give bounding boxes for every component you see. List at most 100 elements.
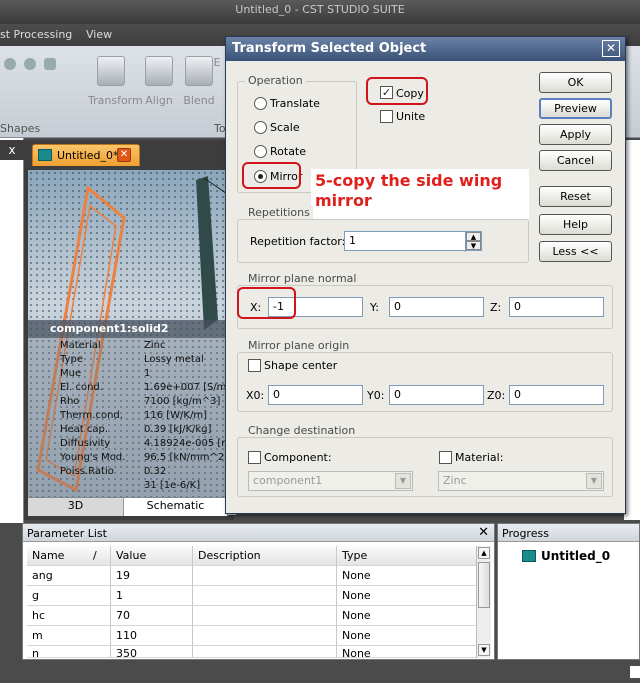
3d-viewport[interactable]: component1:solid2 Material Zinc Type Lossy… <box>28 170 236 498</box>
table-cell-value[interactable]: 1 <box>111 586 193 606</box>
origin-y0-input[interactable]: 0 <box>389 385 484 405</box>
table-cell-type[interactable]: None <box>337 566 477 586</box>
left-panel-strip <box>0 138 24 523</box>
menu-post-processing[interactable]: st Processing <box>0 28 72 41</box>
close-icon[interactable]: ✕ <box>478 525 489 540</box>
sphere-icon[interactable] <box>4 58 16 70</box>
column-header-type[interactable]: Type <box>337 546 477 566</box>
mirror-origin-legend: Mirror plane origin <box>245 339 353 352</box>
table-cell-type[interactable]: None <box>337 626 477 646</box>
prop-value: 7100 [kg/m^3] <box>144 396 221 407</box>
prop-value: 4.18924e-005 [m <box>144 438 232 449</box>
mirror-highlight <box>242 162 301 189</box>
table-cell-name[interactable]: hc <box>27 606 111 626</box>
align-icon <box>145 56 173 86</box>
tab-3d[interactable]: 3D <box>28 498 124 516</box>
ribbon-button-e[interactable]: E <box>210 56 224 69</box>
solid-properties: Material Zinc Type Lossy metal Mue 1 El. co… <box>28 338 236 498</box>
preview-button[interactable]: Preview <box>539 98 612 119</box>
normal-z-input[interactable]: 0 <box>509 297 604 317</box>
window-title-bar: Untitled_0 - CST STUDIO SUITE <box>0 0 640 24</box>
progress-header: Progress <box>498 524 639 542</box>
table-cell-type[interactable]: None <box>337 586 477 606</box>
transform-button[interactable]: Transform <box>88 56 143 107</box>
table-cell-description[interactable] <box>193 646 337 658</box>
close-icon[interactable]: ✕ <box>117 148 131 162</box>
component-checkbox[interactable] <box>248 451 261 464</box>
column-header-value[interactable]: Value <box>111 546 193 566</box>
table-cell-name[interactable]: n <box>27 646 111 658</box>
shape-center-checkbox[interactable] <box>248 359 261 372</box>
table-cell-type[interactable]: None <box>337 646 477 658</box>
scroll-down-icon[interactable]: ▼ <box>478 644 490 656</box>
progress-panel: Progress Untitled_0 <box>497 523 640 660</box>
side-wing-solid <box>196 176 218 330</box>
unite-checkbox[interactable] <box>380 110 393 123</box>
menu-view[interactable]: View <box>86 28 112 41</box>
table-cell-value[interactable]: 70 <box>111 606 193 626</box>
document-tab[interactable]: Untitled_0* ✕ <box>32 144 140 166</box>
parameter-list-panel: Parameter List ✕ Name / Value Description… <box>22 523 495 660</box>
prop-name: Young's Mod. <box>60 452 126 463</box>
chevron-down-icon: ▼ <box>586 473 602 489</box>
left-panel-close[interactable]: x <box>0 140 24 160</box>
table-cell-name[interactable]: g <box>27 586 111 606</box>
cancel-button[interactable]: Cancel <box>539 150 612 171</box>
prop-value: Lossy metal <box>144 354 204 365</box>
less-button[interactable]: Less << <box>539 241 612 262</box>
table-cell-name[interactable]: m <box>27 626 111 646</box>
status-bar <box>0 660 640 683</box>
transform-icon <box>97 56 125 86</box>
radio-scale[interactable] <box>254 121 267 134</box>
component-dropdown[interactable]: component1 ▼ <box>248 471 413 491</box>
table-cell-name[interactable]: ang <box>27 566 111 586</box>
table-cell-type[interactable]: None <box>337 606 477 626</box>
help-button[interactable]: Help <box>539 214 612 235</box>
z0-label: Z0: <box>487 389 506 402</box>
repetition-spinner[interactable]: ▲ ▼ <box>465 232 481 252</box>
table-cell-description[interactable] <box>193 606 337 626</box>
group-label-shapes: Shapes <box>0 122 41 135</box>
table-cell-description[interactable] <box>193 566 337 586</box>
reset-button[interactable]: Reset <box>539 186 612 207</box>
cst-document-icon <box>522 550 536 562</box>
spin-up-icon[interactable]: ▲ <box>466 232 481 241</box>
table-cell-value[interactable]: 350 <box>111 646 193 658</box>
torus-icon[interactable] <box>24 58 36 70</box>
scroll-thumb[interactable] <box>478 562 490 608</box>
repetition-factor-input[interactable]: 1 ▲ ▼ <box>344 231 482 252</box>
radio-translate[interactable] <box>254 97 267 110</box>
parameter-list-header: Parameter List ✕ <box>23 524 494 542</box>
table-cell-description[interactable] <box>193 586 337 606</box>
parameter-list-scrollbar[interactable]: ▲ ▼ <box>476 546 491 658</box>
prop-value: 116 [W/K/m] <box>144 410 207 421</box>
origin-z0-input[interactable]: 0 <box>509 385 604 405</box>
progress-item[interactable]: Untitled_0 <box>541 549 610 563</box>
normal-x-highlight <box>237 287 296 319</box>
table-cell-value[interactable]: 110 <box>111 626 193 646</box>
radio-rotate[interactable] <box>254 145 267 158</box>
apply-button[interactable]: Apply <box>539 124 612 145</box>
prop-name: El. cond. <box>60 382 103 393</box>
prop-name: Therm.cond. <box>60 410 123 421</box>
background-view-edge <box>624 140 640 520</box>
close-icon[interactable]: ✕ <box>602 40 620 57</box>
table-cell-value[interactable]: 19 <box>111 566 193 586</box>
column-header-description[interactable]: Description <box>193 546 337 566</box>
prop-value: Zinc <box>144 340 166 351</box>
prop-name: Rho <box>60 396 80 407</box>
normal-y-input[interactable]: 0 <box>389 297 484 317</box>
tab-schematic[interactable]: Schematic <box>124 498 228 516</box>
column-header-name[interactable]: Name / <box>27 546 111 566</box>
mirror-normal-legend: Mirror plane normal <box>245 272 360 285</box>
material-dropdown[interactable]: Zinc ▼ <box>438 471 604 491</box>
scroll-up-icon[interactable]: ▲ <box>478 547 490 559</box>
dialog-title-bar[interactable]: Transform Selected Object ✕ <box>226 37 625 61</box>
ok-button[interactable]: OK <box>539 72 612 93</box>
table-cell-description[interactable] <box>193 626 337 646</box>
repetition-factor-label: Repetition factor: <box>250 235 346 248</box>
origin-x0-input[interactable]: 0 <box>268 385 363 405</box>
material-checkbox[interactable] <box>439 451 452 464</box>
cylinder-icon[interactable] <box>44 58 56 70</box>
spin-down-icon[interactable]: ▼ <box>466 241 481 250</box>
